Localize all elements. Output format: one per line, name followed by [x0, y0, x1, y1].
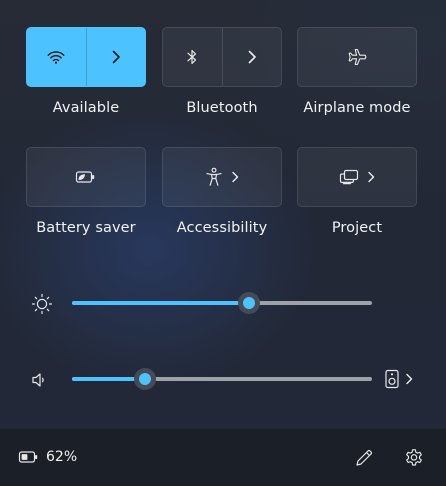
airplane-mode-label: Airplane mode: [303, 100, 411, 116]
battery-saver-tile[interactable]: [26, 147, 146, 207]
gear-icon: [404, 448, 424, 468]
chevron-right-icon: [111, 50, 121, 64]
brightness-slider-thumb[interactable]: [238, 292, 260, 314]
accessibility-expand-button[interactable]: [163, 148, 281, 206]
accessibility-icon: [205, 167, 223, 187]
project-label: Project: [331, 220, 383, 236]
bluetooth-tile[interactable]: [162, 27, 282, 87]
wifi-icon: [47, 50, 65, 64]
volume-slider-row: [0, 364, 446, 394]
airplane-mode-toggle-button[interactable]: [298, 28, 416, 86]
chevron-right-icon: [405, 373, 413, 385]
airplane-icon: [347, 48, 367, 66]
brightness-slider-fill: [72, 301, 249, 305]
wifi-expand-button[interactable]: [87, 28, 146, 86]
pencil-icon: [354, 448, 374, 468]
chevron-right-icon: [231, 171, 239, 183]
volume-slider[interactable]: [72, 368, 372, 390]
brightness-icon: [31, 293, 53, 315]
bluetooth-expand-button[interactable]: [223, 28, 282, 86]
bluetooth-toggle-button[interactable]: [163, 28, 222, 86]
brightness-slider[interactable]: [72, 292, 372, 314]
audio-output-device-icon: [384, 369, 400, 389]
battery-status-button[interactable]: 62%: [18, 449, 77, 465]
brightness-slider-row: [0, 288, 446, 318]
airplane-mode-tile[interactable]: [297, 27, 417, 87]
speaker-icon: [29, 369, 51, 391]
battery-saver-toggle-button[interactable]: [27, 148, 145, 206]
accessibility-tile[interactable]: [162, 147, 282, 207]
project-expand-button[interactable]: [298, 148, 416, 206]
quick-settings-footer: 62%: [0, 428, 446, 486]
battery-percentage: 62%: [46, 449, 78, 465]
battery-charging-icon: [18, 450, 40, 464]
quick-settings-panel: Available Bluetooth Airplane mode Batter…: [0, 0, 446, 486]
audio-output-select-button[interactable]: [384, 368, 420, 390]
project-icon: [339, 169, 359, 185]
bluetooth-icon: [186, 49, 198, 65]
project-tile[interactable]: [297, 147, 417, 207]
wifi-toggle-button[interactable]: [27, 28, 86, 86]
chevron-right-icon: [247, 50, 257, 64]
wifi-tile[interactable]: [26, 27, 146, 87]
edit-quick-settings-button[interactable]: [352, 446, 376, 470]
chevron-right-icon: [367, 171, 375, 183]
volume-slider-thumb[interactable]: [133, 368, 156, 390]
battery-saver-icon: [75, 170, 97, 184]
settings-button[interactable]: [402, 446, 426, 470]
